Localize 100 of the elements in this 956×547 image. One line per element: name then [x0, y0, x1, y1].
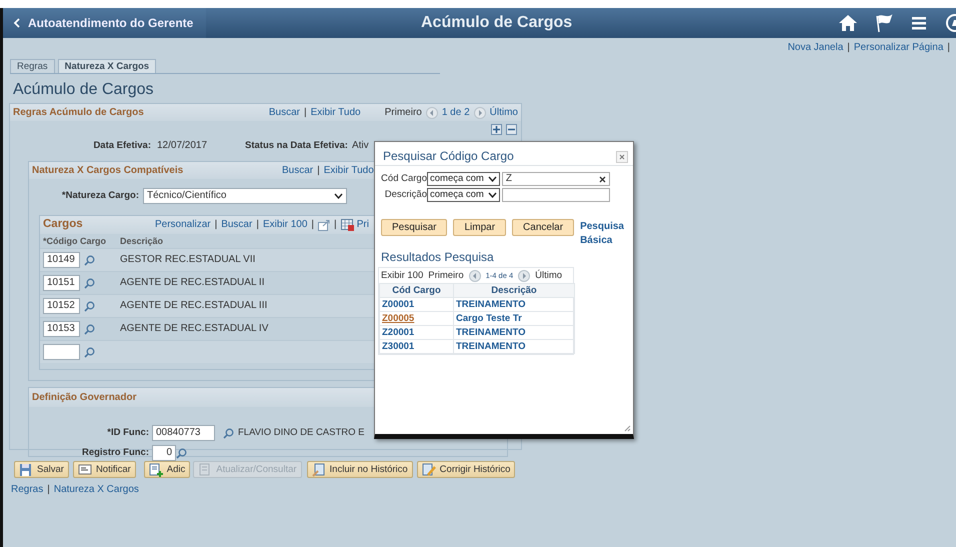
table-cell: AGENTE DE REC.ESTADUAL III	[120, 300, 268, 312]
chevron-left-icon	[13, 18, 20, 28]
pager-label: Exibir 100	[381, 270, 424, 282]
separator: |	[947, 42, 950, 55]
field-label: Data Efetiva:	[92, 140, 151, 152]
field-value: Ativ	[352, 140, 369, 152]
back-button[interactable]: Autoatendimento do Gerente	[3, 8, 206, 38]
delete-row-icon[interactable]	[506, 124, 517, 136]
page-link[interactable]: Nova Janela	[788, 42, 844, 56]
flag-icon[interactable]	[874, 13, 894, 33]
link[interactable]: Buscar	[282, 164, 314, 177]
code-field[interactable]	[43, 344, 80, 360]
link[interactable]: Exibir Tudo	[324, 164, 374, 177]
toolbar-button[interactable]: Salvar	[14, 461, 69, 478]
id-field[interactable]: 00840773	[152, 425, 215, 442]
tab[interactable]: Regras	[10, 59, 55, 73]
results-title: Resultados Pesquisa	[381, 250, 495, 264]
page-link[interactable]: Regras	[11, 484, 44, 496]
toolbar-button[interactable]: Corrigir Histórico	[416, 461, 516, 478]
link[interactable]: Exibir Tudo	[310, 106, 361, 119]
tab[interactable]: Natureza X Cargos	[58, 59, 156, 73]
page-link[interactable]: Personalizar Página	[854, 42, 944, 56]
pager-label: Primeiro	[428, 270, 464, 282]
dialog-title: Pesquisar Código Cargo	[383, 149, 514, 164]
menu-icon[interactable]	[910, 14, 928, 32]
spreadsheet-icon[interactable]	[340, 219, 354, 232]
caret-icon	[488, 176, 497, 182]
grid-title: Cargos	[43, 218, 84, 232]
previous-icon[interactable]	[468, 270, 481, 282]
dialog-button[interactable]: Limpar	[453, 219, 506, 236]
separator: |	[334, 219, 337, 232]
link[interactable]: Personalizar	[155, 219, 211, 232]
page-link[interactable]: Natureza X Cargos	[54, 484, 139, 496]
search-field[interactable]: Z	[502, 172, 610, 186]
link[interactable]: Buscar	[221, 219, 252, 232]
code-field[interactable]: 10149	[43, 252, 80, 268]
link[interactable]: Exibir 100	[262, 219, 308, 232]
dialog-button[interactable]: Pesquisar	[381, 219, 448, 236]
table-cell: GESTOR REC.ESTADUAL VII	[120, 254, 256, 266]
next-icon[interactable]	[518, 270, 530, 282]
zoom-icon[interactable]	[318, 220, 330, 231]
search-icon[interactable]	[223, 428, 234, 439]
section-title: Regras Acúmulo de Cargos	[13, 106, 145, 119]
dialog-button[interactable]: Cancelar	[512, 219, 574, 236]
column-header: Cód Cargo	[380, 284, 454, 298]
link[interactable]: Buscar	[268, 106, 300, 119]
basic-search-link[interactable]: Pesquisa Básica	[580, 220, 626, 248]
search-icon[interactable]	[176, 448, 187, 459]
section-title: Natureza X Cargos Compatíveis	[32, 164, 184, 177]
clear-icon[interactable]	[598, 176, 606, 182]
field-label: Registro Func:	[80, 447, 149, 459]
table-cell: TREINAMENTO	[454, 340, 574, 354]
registration-field[interactable]: 0	[152, 445, 176, 462]
column-header: *Código Cargo	[42, 236, 107, 247]
save-icon	[19, 462, 33, 477]
search-icon[interactable]	[84, 346, 95, 358]
operator-dropdown[interactable]: começa com	[427, 172, 500, 186]
add-row-icon[interactable]	[491, 124, 502, 136]
last-link[interactable]: Último	[490, 106, 518, 119]
resize-grip-icon[interactable]	[624, 425, 631, 432]
table-cell: TREINAMENTO	[454, 326, 574, 340]
toolbar-button[interactable]: Incluir no Histórico	[306, 461, 413, 478]
page-header-title: Acúmulo de Cargos	[421, 13, 572, 32]
field-label: Status na Data Efetiva:	[245, 140, 348, 152]
separator: |	[847, 42, 850, 55]
pager-label: Pri	[356, 219, 369, 232]
table-cell: AGENTE DE REC.ESTADUAL II	[120, 277, 264, 290]
toolbar-button[interactable]: Notificar	[72, 461, 136, 478]
code-field[interactable]: 10152	[43, 298, 80, 314]
document-icon	[312, 462, 326, 477]
search-field[interactable]	[502, 188, 610, 202]
dropdown[interactable]: Técnico/Científico	[143, 188, 347, 204]
document-icon	[198, 462, 212, 477]
close-icon[interactable]	[616, 150, 628, 162]
table-cell: AGENTE DE REC.ESTADUAL IV	[120, 323, 268, 336]
code-field[interactable]: 10151	[43, 275, 80, 292]
home-icon[interactable]	[838, 13, 858, 33]
add-document-icon	[148, 462, 163, 477]
pager-range: 1 de 2	[442, 106, 470, 119]
operator-dropdown[interactable]: começa com	[427, 188, 500, 202]
pager-label: Último	[535, 270, 562, 282]
caret-icon	[488, 192, 497, 198]
separator: |	[317, 164, 320, 177]
search-icon[interactable]	[84, 254, 95, 266]
code-field[interactable]: 10153	[43, 321, 80, 338]
note-icon	[78, 462, 92, 477]
field-value: 12/07/2017	[157, 140, 208, 152]
search-icon[interactable]	[84, 300, 95, 312]
separator: |	[304, 106, 307, 119]
previous-icon[interactable]	[426, 106, 438, 119]
field-label: *ID Func:	[106, 427, 149, 439]
field-label: *Natureza Cargo:	[60, 190, 139, 202]
search-icon[interactable]	[84, 324, 95, 335]
section-title: Definição Governador	[32, 392, 136, 404]
column-header: Descrição	[454, 284, 574, 298]
toolbar-button[interactable]: Adic	[144, 461, 190, 478]
search-icon[interactable]	[84, 278, 95, 289]
next-icon[interactable]	[474, 106, 486, 119]
separator: |	[47, 484, 50, 496]
table-cell: TREINAMENTO	[454, 298, 574, 312]
